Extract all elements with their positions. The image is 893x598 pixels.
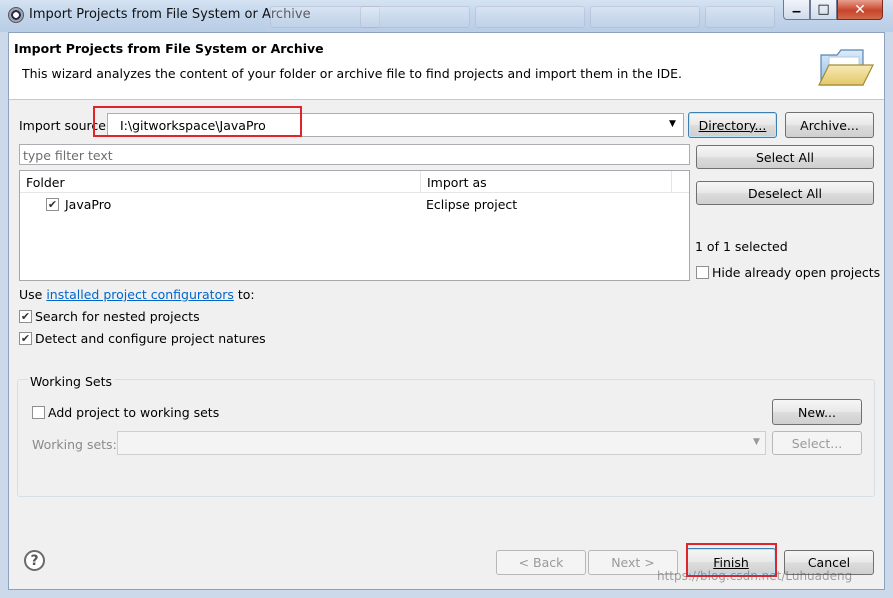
wizard-dialog: Import Projects from File System or Arch… [8,32,885,590]
back-button-label: < Back [518,555,564,570]
background-tab-ghost [360,6,470,28]
archive-button[interactable]: Archive... [785,112,874,138]
configurators-link[interactable]: installed project configurators [46,287,234,302]
row-checkbox[interactable]: ✔ [46,198,59,211]
directory-button-label: Directory... [698,117,767,133]
working-sets-label: Working sets: [32,437,117,452]
column-header-label: Folder [26,175,65,190]
working-sets-combo[interactable]: ▼ [117,431,766,455]
row-folder-cell: JavaPro [65,197,112,212]
add-to-sets-checkbox[interactable] [32,406,45,419]
new-working-set-button[interactable]: New... [772,399,862,425]
select-working-sets-button[interactable]: Select... [772,431,862,455]
chevron-down-icon[interactable]: ▼ [669,119,676,129]
highlight-box-source [93,106,302,137]
eclipse-app-icon[interactable] [8,7,24,23]
column-header-folder[interactable]: Folder [20,171,421,193]
row-import-as-cell: Eclipse project [426,197,518,212]
column-header-filler [672,171,689,193]
search-nested-label[interactable]: Search for nested projects [35,309,200,324]
use-suffix: to: [233,287,255,302]
open-folder-icon [818,49,874,86]
select-button-label: Select... [791,435,843,451]
title-bar: Import Projects from File System or Arch… [0,0,893,32]
deselect-all-button[interactable]: Deselect All [696,181,874,205]
maximize-icon: □ [817,2,830,17]
watermark: https://blog.csdn.net/Luhuadeng [657,569,853,583]
configurators-line: Use installed project configurators to: [19,287,255,302]
wizard-description: This wizard analyzes the content of your… [22,66,682,81]
column-header-label: Import as [427,175,487,190]
hide-open-label[interactable]: Hide already open projects [712,265,880,280]
select-all-button[interactable]: Select All [696,145,874,169]
wizard-banner: Import Projects from File System or Arch… [9,33,884,100]
filter-input[interactable]: type filter text [19,144,690,165]
detect-natures-checkbox[interactable]: ✔ [19,332,32,345]
close-icon: ✕ [854,1,866,18]
search-nested-checkbox[interactable]: ✔ [19,310,32,323]
select-all-label: Select All [755,149,815,165]
minimize-button[interactable]: ▁ [783,0,810,20]
minimize-icon: ▁ [792,2,801,13]
background-tab-ghost [475,6,585,28]
wizard-title: Import Projects from File System or Arch… [14,41,324,56]
help-icon[interactable]: ? [24,550,45,571]
hide-open-checkbox[interactable] [696,266,709,279]
archive-button-label: Archive... [800,117,859,133]
table-row[interactable]: ✔ JavaPro Eclipse project [20,194,689,214]
detect-natures-label[interactable]: Detect and configure project natures [35,331,266,346]
background-tab-ghost [705,6,775,28]
maximize-button[interactable]: □ [810,0,837,20]
projects-table[interactable]: Folder Import as ✔ JavaPro Eclipse proje… [19,170,690,281]
window-title: Import Projects from File System or Arch… [29,7,311,22]
selection-status: 1 of 1 selected [695,239,788,254]
filter-placeholder: type filter text [23,148,113,163]
working-sets-group: Working Sets Add project to working sets… [17,374,875,497]
directory-button[interactable]: Directory... [688,112,777,138]
cancel-button-label: Cancel [807,555,851,570]
use-prefix: Use [19,287,47,302]
deselect-all-label: Deselect All [748,185,822,201]
next-button-label: Next > [611,555,655,570]
working-sets-group-label: Working Sets [28,374,114,389]
background-tab-ghost [590,6,700,28]
close-button[interactable]: ✕ [837,0,883,20]
chevron-down-icon[interactable]: ▼ [753,437,760,447]
back-button[interactable]: < Back [496,550,586,575]
add-to-sets-label[interactable]: Add project to working sets [48,405,219,420]
new-button-label: New... [797,404,837,420]
column-header-import-as[interactable]: Import as [421,171,672,193]
